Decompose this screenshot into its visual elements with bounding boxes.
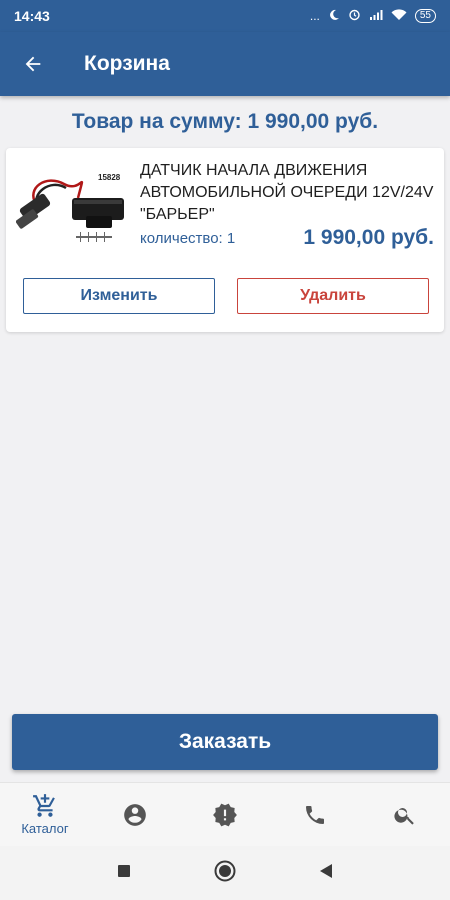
app-bar: Корзина bbox=[0, 32, 450, 96]
moon-icon bbox=[328, 9, 340, 24]
status-dots: ... bbox=[309, 9, 320, 23]
back-button[interactable] bbox=[0, 32, 66, 96]
circle-icon bbox=[214, 860, 236, 881]
wifi-icon bbox=[391, 8, 407, 24]
cart-summary: Товар на сумму: 1 990,00 руб. bbox=[71, 110, 379, 133]
product-image-code: 15828 bbox=[98, 173, 121, 182]
product-price: 1 990,00 руб. bbox=[303, 226, 434, 249]
phone-icon bbox=[306, 805, 324, 824]
account-icon bbox=[124, 803, 146, 826]
nav-alerts[interactable] bbox=[180, 783, 270, 846]
delete-button[interactable]: Удалить bbox=[237, 278, 429, 314]
nav-catalog[interactable]: Каталог bbox=[0, 783, 90, 846]
nav-catalog-label: Каталог bbox=[21, 821, 69, 836]
search-icon bbox=[394, 807, 414, 825]
alert-icon bbox=[213, 803, 237, 826]
catalog-icon bbox=[33, 794, 55, 817]
nav-phone[interactable] bbox=[270, 783, 360, 846]
product-quantity: количество: 1 bbox=[140, 230, 236, 247]
recents-button[interactable] bbox=[117, 864, 131, 883]
status-icons: ... 55 bbox=[310, 8, 436, 24]
bottom-nav: Каталог bbox=[0, 782, 450, 846]
system-nav bbox=[0, 846, 450, 900]
home-button[interactable] bbox=[213, 859, 237, 888]
status-time: 14:43 bbox=[14, 8, 50, 24]
nav-search[interactable] bbox=[360, 783, 450, 846]
square-icon bbox=[118, 864, 130, 877]
back-nav-button[interactable] bbox=[319, 863, 333, 884]
nav-account[interactable] bbox=[90, 783, 180, 846]
edit-button[interactable]: Изменить bbox=[23, 278, 215, 314]
battery-icon: 55 bbox=[414, 9, 436, 23]
status-bar: 14:43 ... 55 bbox=[0, 0, 450, 32]
triangle-back-icon bbox=[320, 863, 332, 878]
arrow-left-icon bbox=[25, 56, 41, 72]
product-image[interactable]: 15828 bbox=[15, 156, 132, 268]
cart-item-card: 15828 ДАТЧИК НАЧАЛА ДВИЖЕНИЯ АВТОМОБИЛЬН… bbox=[6, 148, 444, 332]
signal-icon bbox=[369, 9, 383, 24]
order-button[interactable]: Заказать bbox=[12, 714, 438, 770]
alarm-icon bbox=[348, 8, 361, 24]
page-title: Корзина bbox=[84, 52, 170, 75]
product-name: ДАТЧИК НАЧАЛА ДВИЖЕНИЯ АВТОМОБИЛЬНОЙ ОЧЕ… bbox=[140, 162, 434, 223]
